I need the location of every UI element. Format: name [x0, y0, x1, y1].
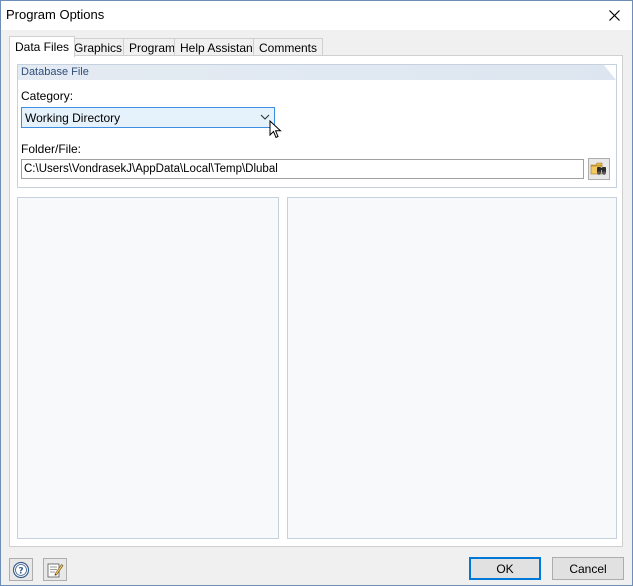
group-header: Database File	[18, 65, 616, 80]
folder-path-value: C:\Users\VondrasekJ\AppData\Local\Temp\D…	[24, 163, 278, 175]
browse-button[interactable]	[588, 158, 610, 180]
tab-data-files[interactable]: Data Files	[9, 36, 76, 57]
folder-binoculars-icon	[590, 162, 606, 175]
category-value: Working Directory	[25, 111, 121, 125]
category-dropdown[interactable]: Working Directory	[21, 107, 275, 128]
help-icon: ?	[12, 561, 30, 578]
close-button[interactable]	[596, 1, 632, 30]
close-icon	[608, 10, 620, 21]
tab-comments[interactable]: Comments	[253, 38, 324, 56]
category-label: Category:	[21, 89, 74, 103]
tab-program[interactable]: Program	[123, 38, 182, 56]
dialog-footer: ? OK Cancel	[1, 551, 632, 585]
folder-path-input[interactable]: C:\Users\VondrasekJ\AppData\Local\Temp\D…	[21, 159, 584, 179]
edit-button[interactable]	[43, 558, 67, 581]
ok-button[interactable]: OK	[469, 557, 541, 580]
data-files-panel: Database File Category: Working Director…	[9, 55, 623, 547]
folder-label: Folder/File:	[21, 142, 82, 156]
tab-graphics[interactable]: Graphics	[68, 38, 129, 56]
title-bar: Program Options	[1, 1, 632, 30]
group-title: Database File	[21, 66, 89, 78]
left-empty-pane	[17, 197, 279, 539]
help-button[interactable]: ?	[9, 558, 33, 581]
svg-text:?: ?	[18, 566, 23, 576]
program-options-dialog: Program Options Data Files Graphics Prog…	[0, 0, 633, 586]
database-file-group: Database File Category: Working Director…	[17, 64, 617, 188]
edit-notes-icon	[47, 563, 64, 577]
cancel-button[interactable]: Cancel	[552, 557, 624, 580]
right-empty-pane	[287, 197, 617, 539]
mouse-cursor-icon	[269, 120, 282, 139]
window-title: Program Options	[6, 7, 105, 22]
tab-help-assistant[interactable]: Help Assistant	[174, 38, 263, 56]
